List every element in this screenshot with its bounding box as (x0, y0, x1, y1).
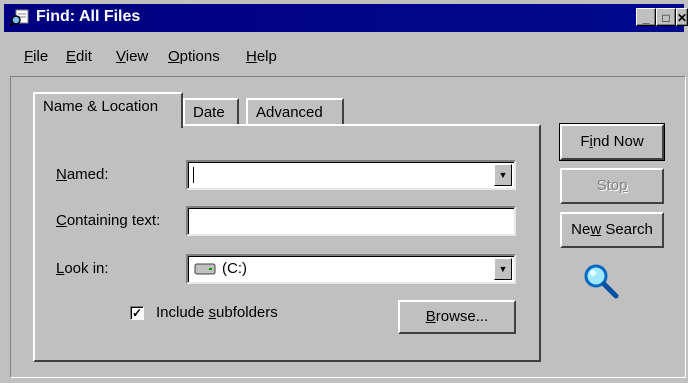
menu-file[interactable]: File (24, 48, 48, 65)
include-subfolders-checkbox[interactable]: ✓ (130, 306, 144, 320)
find-files-icon (10, 9, 29, 27)
named-combobox[interactable]: ▼ (186, 160, 516, 190)
close-button[interactable]: ✕ (676, 8, 688, 26)
dropdown-arrow-icon[interactable]: ▼ (494, 258, 512, 280)
look-in-label: Look in: (56, 260, 109, 277)
stop-button[interactable]: Stop (560, 168, 664, 204)
drive-icon (194, 263, 216, 275)
menu-help[interactable]: Help (246, 48, 277, 65)
window-title: Find: All Files (36, 8, 141, 25)
containing-text-label: Containing text: (56, 212, 161, 229)
magnifying-glass-icon (584, 264, 619, 299)
include-subfolders-label[interactable]: Include subfolders (156, 304, 278, 321)
close-icon: ✕ (677, 11, 688, 25)
menu-edit[interactable]: Edit (66, 48, 92, 65)
named-label: Named: (56, 166, 109, 183)
browse-button[interactable]: Browse... (398, 300, 516, 334)
look-in-value: (C:) (222, 260, 247, 277)
menu-options[interactable]: Options (168, 48, 220, 65)
tab-label: Advanced (256, 104, 323, 121)
find-window: Find: All Files _ □ ✕ File Edit View Opt… (0, 0, 688, 383)
tab-label: Date (193, 104, 225, 121)
tab-label: Name & Location (43, 98, 159, 115)
look-in-combobox[interactable]: (C:) ▼ (186, 254, 516, 284)
title-bar[interactable]: Find: All Files _ □ ✕ (4, 4, 688, 32)
containing-text-input[interactable] (186, 206, 516, 236)
dropdown-arrow-icon[interactable]: ▼ (494, 164, 512, 186)
text-caret (193, 167, 194, 183)
find-now-button[interactable]: Find Now (559, 123, 665, 161)
maximize-button[interactable]: □ (656, 8, 676, 26)
tab-name-location[interactable]: Name & Location (33, 92, 183, 128)
new-search-button[interactable]: New Search (560, 212, 664, 248)
maximize-icon: □ (662, 11, 670, 25)
menu-view[interactable]: View (116, 48, 148, 65)
minimize-button[interactable]: _ (636, 8, 656, 26)
minimize-icon: _ (642, 11, 650, 25)
